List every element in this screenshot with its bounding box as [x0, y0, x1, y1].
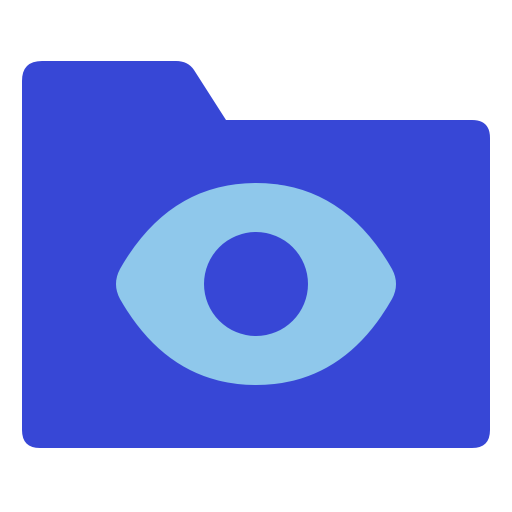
icon-canvas [0, 0, 512, 512]
folder-eye-icon [22, 61, 490, 448]
eye-pupil [204, 232, 308, 336]
